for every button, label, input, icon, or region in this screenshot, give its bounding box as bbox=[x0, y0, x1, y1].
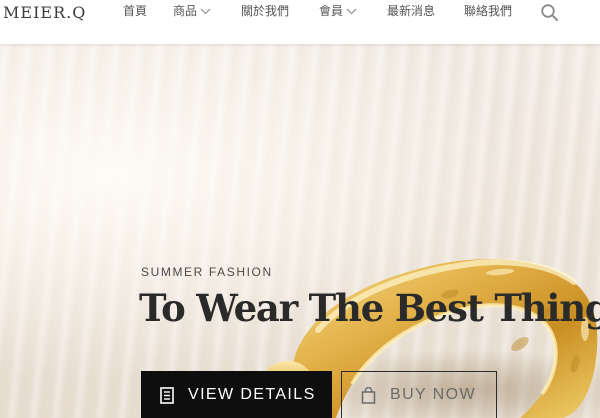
hero-headline: To Wear The Best Thing bbox=[139, 286, 600, 330]
buy-now-label: BUY NOW bbox=[390, 386, 476, 403]
view-details-label: VIEW DETAILS bbox=[188, 386, 316, 403]
nav-item-home[interactable]: 首頁 bbox=[123, 3, 147, 19]
nav-item-contact[interactable]: 聯絡我們 bbox=[464, 3, 512, 19]
nav-item-about[interactable]: 關於我們 bbox=[241, 3, 289, 19]
document-list-icon bbox=[160, 386, 174, 404]
nav-item-label: 商品 bbox=[173, 4, 198, 18]
view-details-button[interactable]: VIEW DETAILS bbox=[141, 371, 332, 418]
nav-item-news[interactable]: 最新消息 bbox=[387, 3, 435, 19]
chevron-down-icon bbox=[346, 3, 357, 19]
shopping-bag-icon bbox=[361, 386, 376, 404]
nav-item-products[interactable]: 商品 bbox=[173, 3, 211, 19]
chevron-down-icon bbox=[200, 3, 211, 19]
nav-item-member[interactable]: 會員 bbox=[319, 3, 357, 19]
main-nav: 首頁 商品 關於我們 會員 最新消息 聯絡我們 bbox=[0, 3, 600, 23]
hero-banner: SUMMER FASHION To Wear The Best Thing VI… bbox=[0, 44, 600, 418]
nav-item-label: 會員 bbox=[319, 4, 344, 18]
search-icon[interactable] bbox=[540, 3, 560, 23]
hero-eyebrow: SUMMER FASHION bbox=[141, 265, 273, 279]
site-header: MEIER.Q 首頁 商品 關於我們 會員 最新消息 聯絡我們 bbox=[0, 0, 600, 44]
gold-hoop-earring-image bbox=[259, 259, 600, 418]
buy-now-button[interactable]: BUY NOW bbox=[341, 371, 497, 418]
